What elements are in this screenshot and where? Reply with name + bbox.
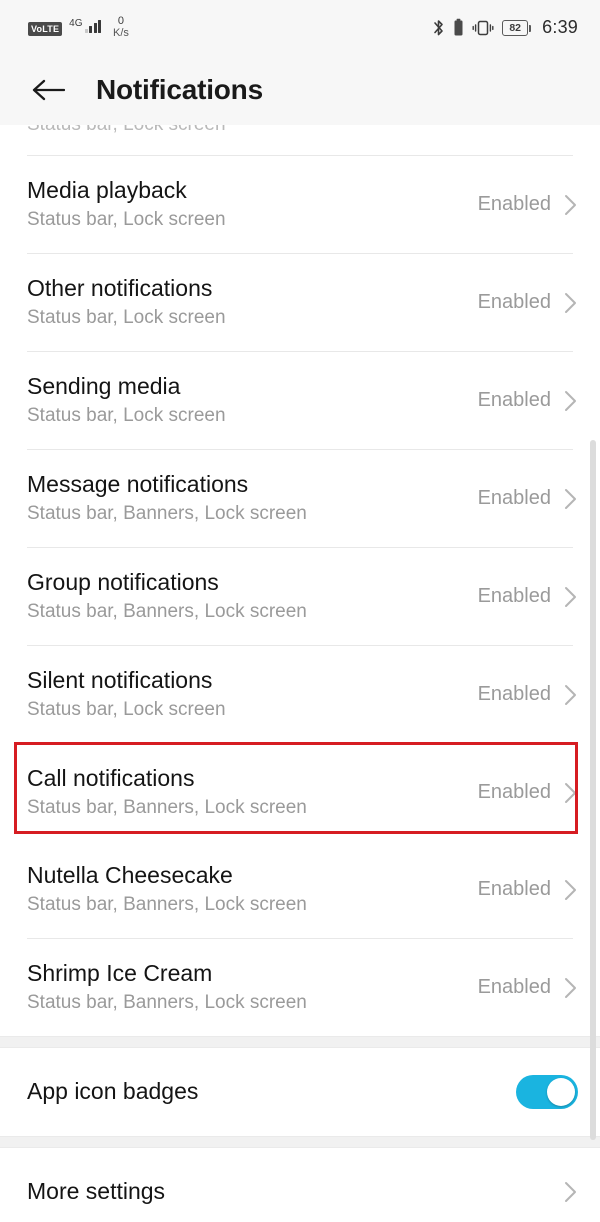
row-texts: Other notifications Status bar, Lock scr… <box>27 275 226 329</box>
bluetooth-icon <box>432 18 445 38</box>
list-item-subtitle: Status bar, Lock screen <box>27 125 226 135</box>
chevron-right-icon <box>563 975 578 1001</box>
chevron-right-icon <box>563 388 578 414</box>
status-badge: Enabled <box>477 193 551 215</box>
app-bar: Notifications <box>0 55 600 125</box>
page-title: Notifications <box>96 74 263 105</box>
status-badge: Enabled <box>477 976 551 998</box>
list-item-subtitle: Status bar, Lock screen <box>27 405 226 427</box>
list-item-title: Nutella Cheesecake <box>27 862 233 889</box>
bluetooth-battery-icon <box>453 18 464 38</box>
chevron-right-icon <box>563 780 578 806</box>
notification-channels-list: Media playback Status bar, Lock screen E… <box>0 156 600 1036</box>
network-generation-label: 4G <box>69 18 83 30</box>
vertical-scrollbar[interactable] <box>590 440 596 1140</box>
status-bar-right: 82 6:39 <box>432 17 578 38</box>
row-texts: Call notifications Status bar, Banners, … <box>27 765 307 819</box>
chevron-right-icon <box>563 1179 578 1205</box>
table-row[interactable]: Media playback Status bar, Lock screen E… <box>0 156 600 253</box>
row-texts: Shrimp Ice Cream Status bar, Banners, Lo… <box>27 960 307 1014</box>
table-row[interactable]: Silent notifications Status bar, Lock sc… <box>0 646 600 743</box>
row-texts: Status bar, Lock screen <box>27 125 226 146</box>
list-item-subtitle: Status bar, Lock screen <box>27 699 226 721</box>
status-badge: Enabled <box>477 683 551 705</box>
table-row[interactable]: Sending media Status bar, Lock screen En… <box>0 352 600 449</box>
volte-icon: VoLTE <box>28 22 63 37</box>
signal-strength-bars <box>84 19 102 34</box>
table-row-call-notifications[interactable]: Call notifications Status bar, Banners, … <box>0 744 600 841</box>
list-item-subtitle: Status bar, Banners, Lock screen <box>27 797 307 819</box>
data-rate-indicator: 0 K/s <box>113 16 129 39</box>
chevron-right-icon <box>563 682 578 708</box>
row-right: Enabled <box>478 584 578 610</box>
chevron-right-icon <box>563 192 578 218</box>
app-icon-badges-toggle[interactable] <box>516 1075 578 1109</box>
signal-bars-icon: 4G <box>69 18 102 34</box>
status-bar-left: VoLTE 4G 0 K/s <box>28 15 129 39</box>
section-gap <box>0 1036 600 1048</box>
list-item-title: Other notifications <box>27 275 213 302</box>
phone-screen: VoLTE 4G 0 K/s 82 6:39 Notifications Med… <box>0 0 600 1222</box>
app-icon-badges-row[interactable]: App icon badges <box>0 1048 600 1136</box>
list-item-subtitle: Status bar, Lock screen <box>27 307 226 329</box>
row-right: Enabled <box>478 192 578 218</box>
status-badge: Enabled <box>477 291 551 313</box>
row-texts: Group notifications Status bar, Banners,… <box>27 569 307 623</box>
row-right: Enabled <box>478 780 578 806</box>
row-texts: Silent notifications Status bar, Lock sc… <box>27 667 226 721</box>
settings-scroll-area[interactable]: Status bar, Lock screen Media playback S… <box>0 125 600 1222</box>
row-right: Enabled <box>478 877 578 903</box>
status-badge: Enabled <box>477 389 551 411</box>
table-row[interactable]: Message notifications Status bar, Banner… <box>0 450 600 547</box>
chevron-right-icon <box>563 877 578 903</box>
list-item-subtitle: Status bar, Banners, Lock screen <box>27 992 307 1014</box>
data-rate-unit: K/s <box>113 27 129 39</box>
list-item-subtitle: Status bar, Lock screen <box>27 209 226 231</box>
app-icon-badges-label: App icon badges <box>27 1078 199 1105</box>
chevron-right-icon <box>563 486 578 512</box>
row-texts: Nutella Cheesecake Status bar, Banners, … <box>27 862 307 916</box>
table-row[interactable]: Shrimp Ice Cream Status bar, Banners, Lo… <box>0 939 600 1036</box>
status-badge: Enabled <box>477 585 551 607</box>
row-right: Enabled <box>478 388 578 414</box>
table-row[interactable]: Other notifications Status bar, Lock scr… <box>0 254 600 351</box>
status-bar-clock: 6:39 <box>542 17 578 37</box>
list-item-subtitle: Status bar, Banners, Lock screen <box>27 503 307 525</box>
back-arrow-icon[interactable] <box>28 70 68 110</box>
list-item-subtitle: Status bar, Banners, Lock screen <box>27 894 307 916</box>
chevron-right-icon <box>563 290 578 316</box>
list-item-title: Group notifications <box>27 569 219 596</box>
row-right: Enabled <box>478 486 578 512</box>
row-texts: Media playback Status bar, Lock screen <box>27 177 226 231</box>
status-badge: Enabled <box>477 487 551 509</box>
list-item-title: Silent notifications <box>27 667 213 694</box>
list-item-title: Shrimp Ice Cream <box>27 960 213 987</box>
more-settings-label: More settings <box>27 1178 166 1205</box>
status-badge: Enabled <box>477 878 551 900</box>
list-item-partial[interactable]: Status bar, Lock screen <box>0 125 600 155</box>
status-bar: VoLTE 4G 0 K/s 82 6:39 <box>0 0 600 55</box>
list-item-title: Media playback <box>27 177 187 204</box>
chevron-right-icon <box>563 584 578 610</box>
list-item-title: Call notifications <box>27 765 195 792</box>
section-gap <box>0 1136 600 1148</box>
table-row[interactable]: Nutella Cheesecake Status bar, Banners, … <box>0 841 600 938</box>
list-item-title: Message notifications <box>27 471 249 498</box>
row-right: Enabled <box>478 975 578 1001</box>
status-badge: Enabled <box>477 781 551 803</box>
list-item-subtitle: Status bar, Banners, Lock screen <box>27 601 307 623</box>
toggle-knob <box>547 1078 575 1106</box>
row-right: Enabled <box>478 682 578 708</box>
row-texts: Message notifications Status bar, Banner… <box>27 471 307 525</box>
row-texts: Sending media Status bar, Lock screen <box>27 373 226 427</box>
vibrate-mode-icon <box>472 18 494 38</box>
table-row[interactable]: Group notifications Status bar, Banners,… <box>0 548 600 645</box>
battery-indicator: 82 <box>502 19 532 36</box>
list-item-title: Sending media <box>27 373 181 400</box>
row-right: Enabled <box>478 290 578 316</box>
more-settings-row[interactable]: More settings <box>0 1148 600 1222</box>
